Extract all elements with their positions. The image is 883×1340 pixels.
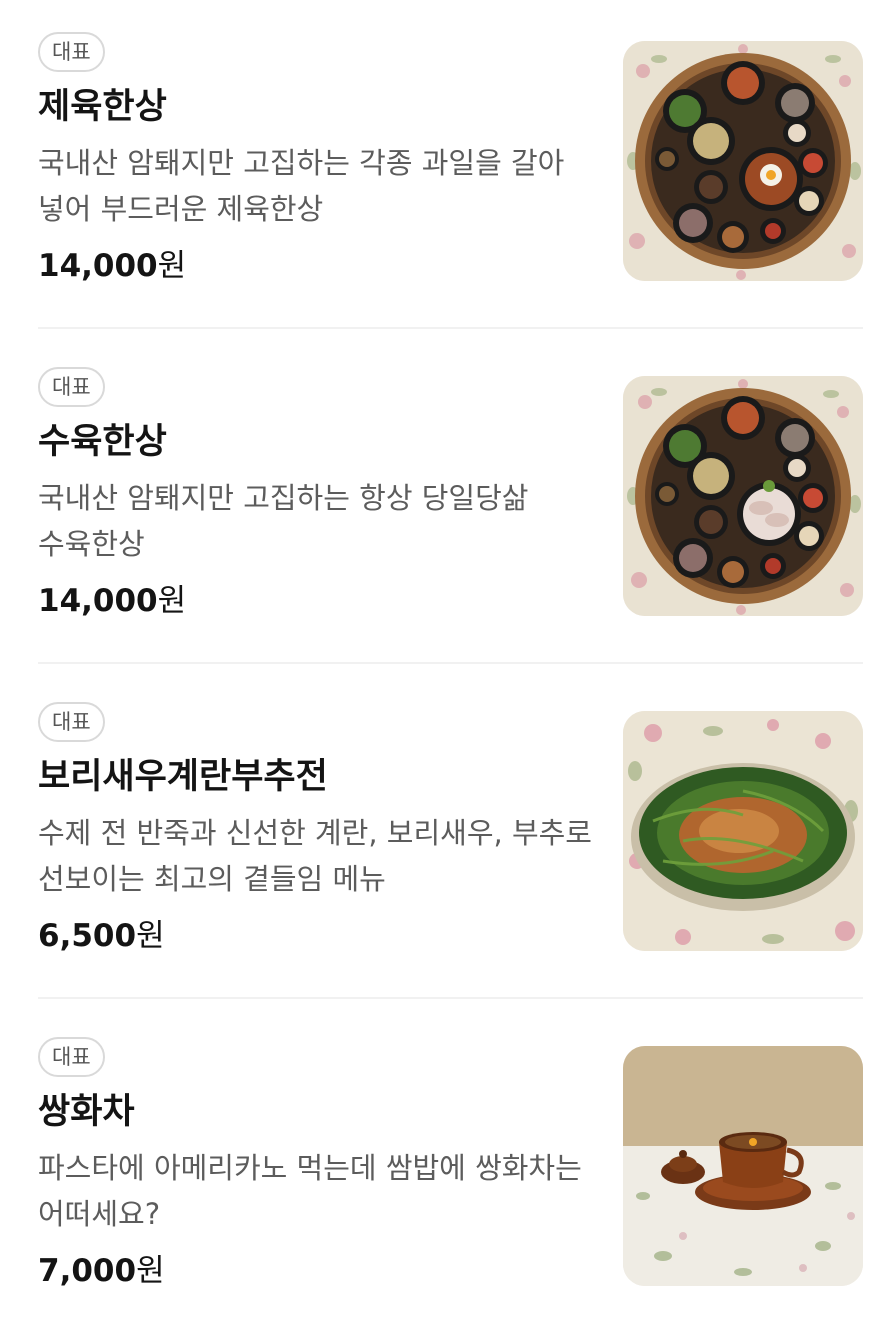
- menu-item-description: 수제 전 반죽과 신선한 계란, 보리새우, 부추로 선보이는 최고의 곁들임 …: [38, 816, 592, 896]
- price-amount: 6,500: [38, 918, 137, 954]
- ssanghwa-tea-photo-icon[interactable]: [623, 1046, 863, 1286]
- menu-item-name: 수육한상: [38, 422, 167, 462]
- suyuk-tray-photo-icon[interactable]: [623, 376, 863, 616]
- menu-item-name: 제육한상: [38, 87, 167, 127]
- price-unit: 원: [136, 918, 165, 954]
- price-unit: 원: [136, 1253, 165, 1289]
- menu-item-price: 14,000원: [38, 579, 186, 623]
- chive-pancake-photo-icon[interactable]: [623, 711, 863, 951]
- price-amount: 14,000: [38, 248, 158, 284]
- price-amount: 14,000: [38, 583, 158, 619]
- menu-item-price: 7,000원: [38, 1249, 165, 1293]
- signature-badge: 대표: [38, 367, 105, 407]
- divider: [38, 997, 863, 999]
- price-unit: 원: [157, 583, 187, 619]
- menu-item-price: 6,500원: [38, 914, 165, 958]
- menu-item[interactable]: 대표 수육한상 국내산 암퇘지만 고집하는 항상 당일당삶 수육한상 14,00…: [0, 335, 883, 670]
- menu-item[interactable]: 대표 쌍화차 파스타에 아메리카노 먹는데 쌈밥에 쌍화차는 어떠세요? 7,0…: [0, 1005, 883, 1340]
- jeyuk-tray-photo-icon[interactable]: [623, 41, 863, 281]
- divider: [38, 662, 863, 664]
- menu-item-name: 보리새우계란부추전: [38, 757, 328, 797]
- menu-item[interactable]: 대표 제육한상 국내산 암퇘지만 고집하는 각종 과일을 갈아 넣어 부드러운 …: [0, 0, 883, 335]
- menu-item-description: 파스타에 아메리카노 먹는데 쌈밥에 쌍화차는 어떠세요?: [38, 1151, 582, 1231]
- menu-item-name: 쌍화차: [38, 1092, 135, 1132]
- menu-item-description: 국내산 암퇘지만 고집하는 각종 과일을 갈아 넣어 부드러운 제육한상: [38, 146, 565, 226]
- price-unit: 원: [157, 248, 187, 284]
- signature-badge: 대표: [38, 32, 105, 72]
- signature-badge: 대표: [38, 702, 105, 742]
- menu-item[interactable]: 대표 보리새우계란부추전 수제 전 반죽과 신선한 계란, 보리새우, 부추로 …: [0, 670, 883, 1005]
- signature-badge: 대표: [38, 1037, 105, 1077]
- menu-list: 대표 제육한상 국내산 암퇘지만 고집하는 각종 과일을 갈아 넣어 부드러운 …: [0, 0, 883, 1323]
- price-amount: 7,000: [38, 1253, 137, 1289]
- menu-item-price: 14,000원: [38, 244, 186, 288]
- menu-item-description: 국내산 암퇘지만 고집하는 항상 당일당삶 수육한상: [38, 481, 529, 561]
- divider: [38, 327, 863, 329]
